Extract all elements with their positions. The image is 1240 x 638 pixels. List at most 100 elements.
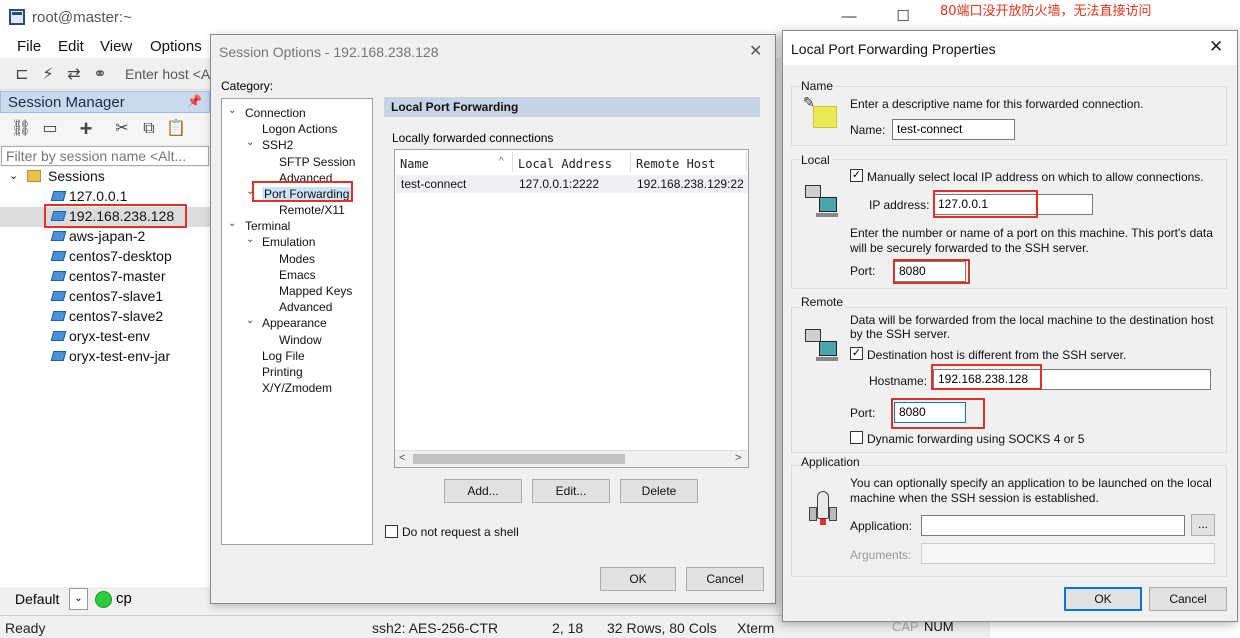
column-divider[interactable] <box>746 152 747 172</box>
link-icon[interactable]: ⚭ <box>90 66 110 84</box>
add-button[interactable]: Add... <box>444 479 522 503</box>
ok-button[interactable]: OK <box>600 567 676 591</box>
paste-icon[interactable]: 📋 <box>166 120 186 138</box>
session-item[interactable]: oryx-test-env-jar <box>0 347 210 367</box>
chevron-down-icon[interactable]: ⌄ <box>246 186 254 197</box>
enter-host-field[interactable]: Enter host <A <box>125 66 210 82</box>
category-emacs[interactable]: Emacs <box>279 268 316 282</box>
category-remote-x11[interactable]: Remote/X11 <box>279 203 345 217</box>
application-input[interactable] <box>921 515 1185 536</box>
scroll-thumb[interactable] <box>413 454 625 464</box>
chevron-down-icon[interactable]: ⌄ <box>246 137 254 148</box>
category-ssh2[interactable]: SSH2 <box>262 138 293 152</box>
monitor-icon <box>50 211 67 221</box>
manual-ip-label: Manually select local IP address on whic… <box>867 170 1204 184</box>
session-filter-input[interactable]: Filter by session name <Alt... <box>1 146 209 166</box>
quick-connect-icon[interactable]: ⚡ <box>38 66 58 84</box>
ok-button[interactable]: OK <box>1064 587 1142 611</box>
lpf-title-bar: Local Port Forwarding Properties ✕ <box>783 31 1237 65</box>
name-input[interactable]: test-connect <box>892 119 1015 140</box>
dest-diff-checkbox[interactable]: ✓ <box>850 347 863 360</box>
cancel-button[interactable]: Cancel <box>686 567 764 591</box>
session-item[interactable]: centos7-master <box>0 267 210 287</box>
category-window[interactable]: Window <box>279 333 322 347</box>
edit-button[interactable]: Edit... <box>532 479 610 503</box>
delete-button[interactable]: Delete <box>620 479 698 503</box>
category-advanced-emulation[interactable]: Advanced <box>279 300 332 314</box>
category-logon-actions[interactable]: Logon Actions <box>262 122 337 136</box>
session-tab-icon[interactable]: ▭ <box>40 120 60 138</box>
session-item[interactable]: centos7-slave1 <box>0 287 210 307</box>
category-sftp-session[interactable]: SFTP Session <box>279 155 355 169</box>
local-port-input[interactable]: 8080 <box>894 261 966 282</box>
no-shell-checkbox[interactable] <box>385 525 398 538</box>
chevron-down-icon[interactable]: ⌄ <box>246 234 254 245</box>
session-item[interactable]: aws-japan-2 <box>0 227 210 247</box>
category-appearance[interactable]: Appearance <box>262 316 327 330</box>
category-terminal[interactable]: Terminal <box>245 219 290 233</box>
application-label: Application: <box>850 519 913 533</box>
cell-name: test-connect <box>401 177 467 191</box>
minimize-button[interactable]: — <box>826 4 872 30</box>
sort-up-icon: ^ <box>499 156 504 167</box>
category-advanced[interactable]: Advanced <box>279 171 332 185</box>
category-connection[interactable]: Connection <box>245 106 306 120</box>
session-tree: ⌄ Sessions 127.0.0.1 192.168.238.128 aws… <box>0 167 210 587</box>
connect-icon[interactable]: ⊏ <box>12 66 32 84</box>
category-log-file[interactable]: Log File <box>262 349 305 363</box>
session-item[interactable]: centos7-desktop <box>0 247 210 267</box>
category-tree: ⌄ Connection Logon Actions ⌄ SSH2 SFTP S… <box>221 98 373 545</box>
column-remote-host[interactable]: Remote Host <box>636 157 715 171</box>
dynamic-forwarding-checkbox[interactable] <box>850 431 863 444</box>
manual-ip-checkbox[interactable]: ✓ <box>850 169 863 182</box>
folder-icon <box>27 170 41 182</box>
copy-icon[interactable]: ⧉ <box>139 120 159 138</box>
expand-chevron-icon[interactable]: ⌄ <box>9 169 18 182</box>
cut-icon[interactable]: ✂ <box>112 120 132 138</box>
close-icon[interactable]: ✕ <box>1209 37 1223 57</box>
session-manager-title: Session Manager <box>8 94 125 111</box>
chevron-down-icon[interactable]: ⌄ <box>228 105 236 116</box>
cp-label[interactable]: cp <box>116 590 132 607</box>
maximize-button[interactable]: ☐ <box>880 4 926 30</box>
tree-root-sessions[interactable]: ⌄ Sessions <box>0 167 210 187</box>
chain-link-icon[interactable]: ⛓ <box>11 120 31 138</box>
status-size: 32 Rows, 80 Cols <box>607 620 717 636</box>
category-port-forwarding[interactable]: Port Forwarding <box>262 187 352 201</box>
session-item[interactable]: oryx-test-env <box>0 327 210 347</box>
table-row[interactable]: test-connect 127.0.0.1:2222 192.168.238.… <box>396 175 748 193</box>
reconnect-icon[interactable]: ⇄ <box>64 66 84 84</box>
close-icon[interactable]: ✕ <box>749 41 762 61</box>
add-icon[interactable]: + <box>76 118 96 140</box>
pin-icon[interactable]: 📌 <box>187 94 202 108</box>
cancel-button[interactable]: Cancel <box>1149 587 1227 611</box>
scroll-right-icon[interactable]: > <box>735 452 741 464</box>
menu-view[interactable]: View <box>100 38 132 55</box>
toolbar: ⊏ ⚡ ⇄ ⚭ Enter host <A <box>0 60 210 90</box>
column-local-address[interactable]: Local Address <box>518 157 612 171</box>
menu-file[interactable]: File <box>17 38 41 55</box>
chevron-down-icon[interactable]: ⌄ <box>246 315 254 326</box>
scroll-left-icon[interactable]: < <box>399 452 405 464</box>
category-modes[interactable]: Modes <box>279 252 315 266</box>
category-printing[interactable]: Printing <box>262 365 303 379</box>
menu-options[interactable]: Options <box>150 38 202 55</box>
browse-button[interactable]: ... <box>1191 514 1215 536</box>
category-xyzmodem[interactable]: X/Y/Zmodem <box>262 381 332 395</box>
menu-edit[interactable]: Edit <box>58 38 84 55</box>
default-dropdown[interactable]: ⌄ <box>69 588 88 610</box>
horizontal-scrollbar[interactable]: < > <box>395 450 748 467</box>
monitor-icon <box>50 231 67 241</box>
category-mapped-keys[interactable]: Mapped Keys <box>279 284 352 298</box>
column-divider[interactable] <box>512 152 513 172</box>
column-name[interactable]: Name <box>400 157 429 171</box>
hostname-input[interactable]: 192.168.238.128 <box>933 369 1211 390</box>
remote-port-input[interactable]: 8080 <box>894 402 966 423</box>
ip-address-input[interactable]: 127.0.0.1 <box>933 194 1093 215</box>
category-emulation[interactable]: Emulation <box>262 235 315 249</box>
session-item-selected[interactable]: 192.168.238.128 <box>0 207 210 227</box>
chevron-down-icon[interactable]: ⌄ <box>228 218 236 229</box>
session-item[interactable]: 127.0.0.1 <box>0 187 210 207</box>
column-divider[interactable] <box>630 152 631 172</box>
session-item[interactable]: centos7-slave2 <box>0 307 210 327</box>
